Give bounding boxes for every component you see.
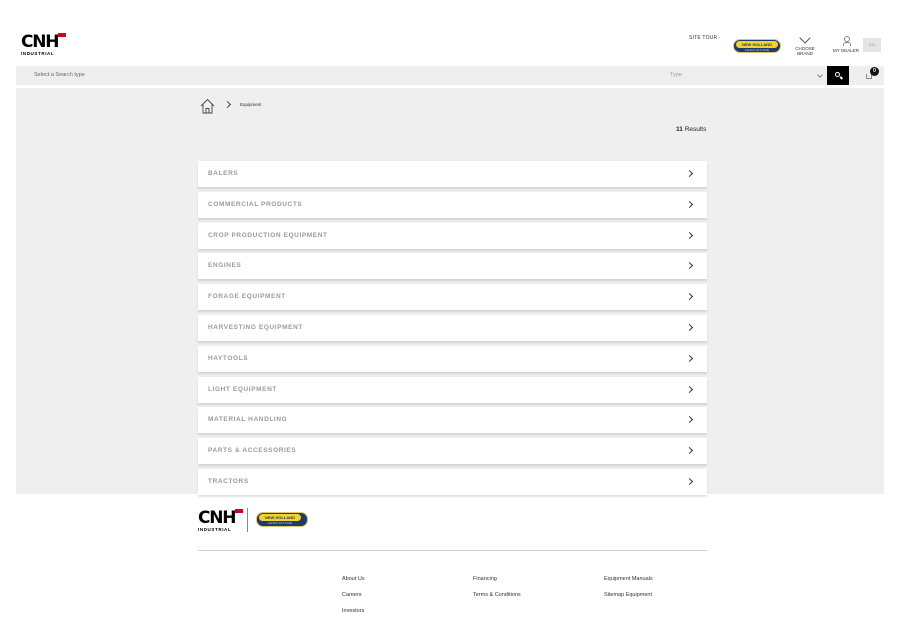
- category-item[interactable]: TRACTORS: [198, 468, 707, 495]
- brand-badge-bottom: AGRICULTURE: [744, 48, 770, 52]
- chevron-right-icon: [685, 447, 694, 455]
- category-item[interactable]: HARVESTING EQUIPMENT: [198, 314, 707, 341]
- category-item[interactable]: CROP PRODUCTION EQUIPMENT: [198, 222, 707, 249]
- logo-subtext: INDUSTRIAL: [21, 51, 55, 56]
- logo-subtext: INDUSTRIAL: [198, 527, 232, 532]
- category-label: MATERIAL HANDLING: [208, 416, 288, 424]
- category-item[interactable]: BALERS: [198, 161, 707, 187]
- chevron-right-icon: [685, 200, 694, 208]
- footer-link[interactable]: Sitemap Equipment: [604, 587, 653, 603]
- site-tour-link[interactable]: SITE TOUR›: [689, 35, 720, 41]
- footer-link[interactable]: About Us: [342, 571, 365, 587]
- chevron-right-icon: [685, 385, 694, 393]
- category-label: ENGINES: [208, 262, 242, 270]
- header: CNH INDUSTRIAL SITE TOUR› NEW HOLLAND AG…: [0, 0, 900, 66]
- cart-button[interactable]: 0: [866, 67, 879, 81]
- category-item[interactable]: HAYTOOLS: [198, 345, 707, 372]
- my-dealer-button[interactable]: MY DEALER: [833, 36, 859, 53]
- search-type-input[interactable]: Select a Search type: [34, 66, 85, 85]
- brand-badge-top: NEW HOLLAND: [259, 514, 301, 521]
- footer-link[interactable]: Financing: [473, 571, 521, 587]
- logo-letters: CNH: [21, 32, 60, 52]
- person-icon: [842, 36, 851, 46]
- brand-badge-top: NEW HOLLAND: [736, 41, 778, 48]
- category-item[interactable]: ENGINES: [198, 253, 707, 280]
- main-content: Equipment 11 Results BALERS COMMERCIAL PR…: [16, 88, 884, 495]
- footer-link[interactable]: Careers: [342, 587, 365, 603]
- results-label: Results: [684, 126, 707, 133]
- chevron-right-icon: [685, 169, 694, 178]
- search-icon: [835, 72, 840, 77]
- footer-link[interactable]: Equipment Manuals: [604, 571, 653, 587]
- footer-links-column-3: Equipment Manuals Sitemap Equipment: [604, 571, 653, 603]
- category-label: HARVESTING EQUIPMENT: [208, 323, 303, 331]
- new-holland-brand-logo[interactable]: NEW HOLLAND AGRICULTURE: [733, 39, 781, 53]
- footer-logo-divider: [247, 508, 248, 532]
- footer-link[interactable]: Terms & Conditions: [473, 587, 521, 603]
- footer-new-holland-logo[interactable]: NEW HOLLAND AGRICULTURE: [256, 512, 308, 527]
- chevron-right-icon: [685, 416, 694, 424]
- choose-brand-button[interactable]: CHOOSE BRAND: [787, 32, 823, 56]
- type-dropdown-label: Type: [670, 72, 682, 78]
- brand-badge-bottom: AGRICULTURE: [267, 521, 293, 525]
- chevron-right-icon: [685, 231, 694, 239]
- category-label: COMMERCIAL PRODUCTS: [208, 200, 303, 208]
- category-item[interactable]: LIGHT EQUIPMENT: [198, 376, 707, 403]
- category-list: BALERS COMMERCIAL PRODUCTS CROP PRODUCTION…: [198, 161, 707, 500]
- footer-cnh-logo[interactable]: CNH INDUSTRIAL: [198, 508, 244, 534]
- chevron-right-icon: [685, 354, 694, 362]
- category-label: BALERS: [208, 170, 239, 177]
- search-bar: Select a Search type Type: [16, 66, 884, 85]
- search-button[interactable]: [827, 66, 849, 85]
- footer-logos: CNH INDUSTRIAL NEW HOLLAND AGRICULTURE: [198, 506, 318, 534]
- logo-red-accent: [58, 33, 66, 37]
- category-item[interactable]: MATERIAL HANDLING: [198, 407, 707, 434]
- chevron-right-icon: [685, 477, 694, 486]
- category-label: TRACTORS: [208, 477, 249, 485]
- chevron-right-icon: [685, 262, 694, 270]
- chevron-down-icon: [817, 72, 823, 78]
- type-dropdown[interactable]: Type: [670, 66, 826, 85]
- category-label: LIGHT EQUIPMENT: [208, 385, 277, 393]
- cnh-industrial-logo[interactable]: CNH INDUSTRIAL: [21, 32, 67, 58]
- category-item[interactable]: COMMERCIAL PRODUCTS: [198, 191, 707, 218]
- category-label: PARTS & ACCESSORIES: [208, 447, 297, 455]
- category-item[interactable]: FORAGE EQUIPMENT: [198, 284, 707, 311]
- category-label: CROP PRODUCTION EQUIPMENT: [208, 231, 328, 239]
- logo-red-accent: [235, 509, 243, 513]
- footer-links-column-2: Financing Terms & Conditions: [473, 571, 521, 603]
- site-tour-label: SITE TOUR: [689, 35, 718, 41]
- chevron-right-icon: [685, 293, 694, 301]
- logo-letters: CNH: [198, 508, 237, 528]
- choose-brand-label: CHOOSE BRAND: [795, 46, 815, 56]
- category-item[interactable]: PARTS & ACCESSORIES: [198, 438, 707, 465]
- results-number: 11: [676, 126, 683, 133]
- breadcrumb-separator-icon: [223, 100, 232, 109]
- category-label: FORAGE EQUIPMENT: [208, 293, 286, 301]
- cart-count-badge: 0: [870, 67, 879, 76]
- category-label: HAYTOOLS: [208, 354, 249, 362]
- site-tour-caret-icon: ›: [718, 35, 721, 41]
- footer-links-column-1: About Us Careers Investors: [342, 571, 365, 619]
- language-selector[interactable]: EN: [863, 38, 881, 52]
- home-icon[interactable]: [200, 98, 215, 114]
- chevron-right-icon: [685, 323, 694, 332]
- chevron-down-icon: [799, 32, 811, 44]
- footer-link[interactable]: Investors: [342, 603, 365, 619]
- breadcrumb-current: Equipment: [240, 102, 262, 107]
- footer-divider: [198, 550, 707, 551]
- results-count: 11 Results: [676, 126, 706, 133]
- my-dealer-label: MY DEALER: [833, 48, 859, 53]
